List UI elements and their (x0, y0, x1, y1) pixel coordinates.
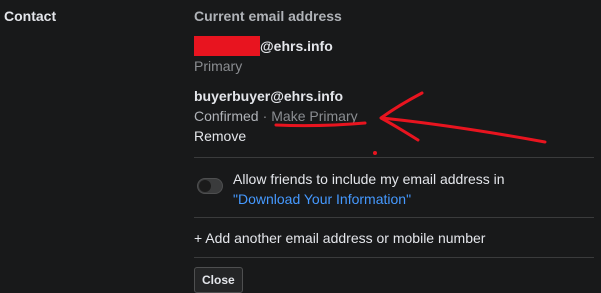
annotation-arrow-shaft (380, 116, 547, 144)
divider (194, 217, 594, 218)
annotation-dot (373, 151, 377, 155)
secondary-email: buyerbuyer@ehrs.info (194, 88, 344, 104)
allow-friends-text: Allow friends to include my email addres… (233, 169, 573, 209)
allow-friends-label: Allow friends to include my email addres… (233, 171, 505, 187)
primary-status-label: Primary (194, 58, 243, 74)
divider (194, 157, 594, 158)
confirmed-status: Confirmed (194, 108, 259, 124)
download-info-link[interactable]: "Download Your Information" (233, 191, 411, 207)
add-email-or-mobile-link[interactable]: + Add another email address or mobile nu… (194, 230, 485, 246)
divider (194, 257, 594, 258)
close-button[interactable]: Close (194, 267, 243, 293)
status-separator: · (262, 108, 268, 124)
primary-email-domain: @ehrs.info (260, 38, 333, 54)
primary-email: @ehrs.info (194, 36, 333, 56)
remove-email-link[interactable]: Remove (194, 128, 246, 144)
section-label-contact: Contact (4, 8, 57, 24)
make-primary-link[interactable]: Make Primary (271, 108, 357, 124)
allow-friends-toggle[interactable] (197, 178, 223, 194)
current-email-heading: Current email address (194, 8, 342, 24)
toggle-knob (199, 180, 211, 192)
redaction-block (194, 36, 260, 56)
annotation-arrow-head (379, 91, 424, 142)
secondary-email-status-row: Confirmed · Make Primary (194, 108, 358, 124)
